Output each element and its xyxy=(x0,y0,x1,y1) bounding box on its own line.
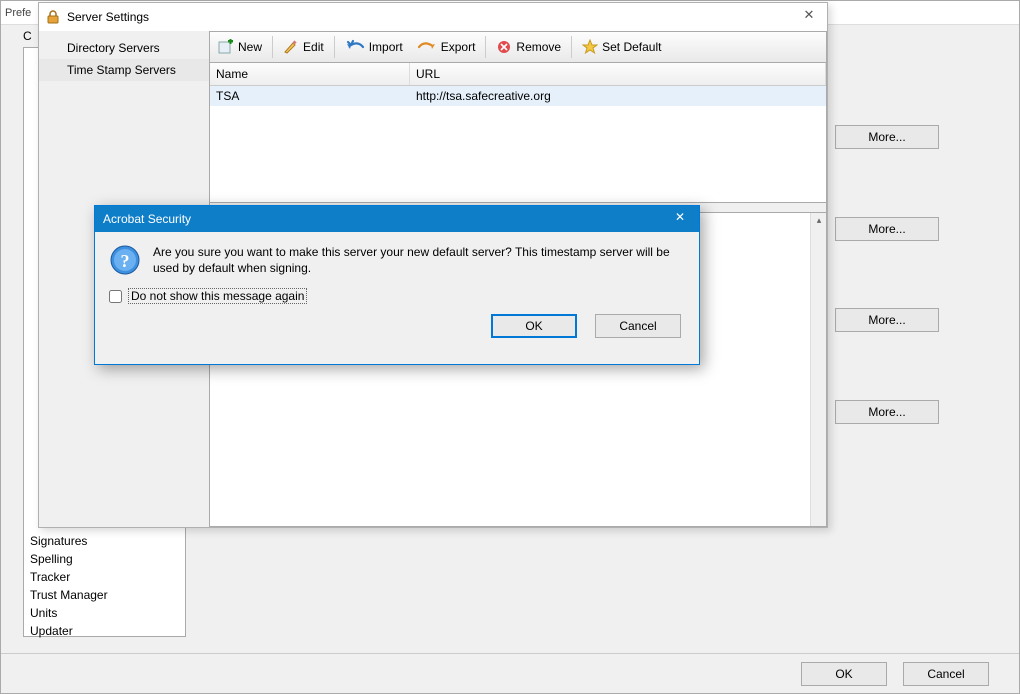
export-label: Export xyxy=(441,40,476,54)
server-table: Name URL TSA http://tsa.safecreative.org xyxy=(209,63,827,203)
question-icon: ? xyxy=(109,244,141,276)
more-button[interactable]: More... xyxy=(835,308,939,332)
th-url[interactable]: URL xyxy=(410,63,826,85)
new-label: New xyxy=(238,40,262,54)
modal-title: Acrobat Security xyxy=(103,212,191,226)
acrobat-security-dialog: Acrobat Security ✕ ? Are you sure you wa… xyxy=(94,205,700,365)
close-icon[interactable]: ✕ xyxy=(669,210,691,228)
cell-url: http://tsa.safecreative.org xyxy=(410,86,826,106)
nav-time-stamp-servers[interactable]: Time Stamp Servers xyxy=(39,59,209,81)
modal-ok-button[interactable]: OK xyxy=(491,314,577,338)
edit-label: Edit xyxy=(303,40,324,54)
new-button[interactable]: New xyxy=(212,34,268,60)
edit-button[interactable]: Edit xyxy=(277,34,330,60)
scrollbar[interactable]: ▴ xyxy=(810,213,826,526)
prefs-ok-button[interactable]: OK xyxy=(801,662,887,686)
svg-text:?: ? xyxy=(121,251,130,271)
import-arrow-icon xyxy=(345,39,365,55)
th-name[interactable]: Name xyxy=(210,63,410,85)
preferences-footer: OK Cancel xyxy=(1,653,1019,693)
sidebar-item[interactable]: Units xyxy=(24,604,185,622)
import-label: Import xyxy=(369,40,403,54)
pencil-icon xyxy=(283,39,299,55)
import-button[interactable]: Import xyxy=(339,34,409,60)
remove-icon xyxy=(496,39,512,55)
dont-show-checkbox[interactable] xyxy=(109,290,122,303)
plus-icon xyxy=(218,39,234,55)
modal-cancel-button[interactable]: Cancel xyxy=(595,314,681,338)
set-default-button[interactable]: Set Default xyxy=(576,34,667,60)
modal-message: Are you sure you want to make this serve… xyxy=(153,244,685,276)
more-button[interactable]: More... xyxy=(835,125,939,149)
sidebar-item[interactable]: Updater xyxy=(24,622,185,640)
scroll-up-icon[interactable]: ▴ xyxy=(811,213,827,229)
server-toolbar: New Edit Import Export xyxy=(209,31,827,63)
export-button[interactable]: Export xyxy=(411,34,482,60)
more-button[interactable]: More... xyxy=(835,400,939,424)
server-settings-title: Server Settings xyxy=(67,10,149,24)
table-row[interactable]: TSA http://tsa.safecreative.org xyxy=(210,86,826,106)
close-icon[interactable]: ✕ xyxy=(797,7,821,27)
categories-label: C xyxy=(23,29,32,43)
sidebar-item[interactable]: Tracker xyxy=(24,568,185,586)
star-icon xyxy=(582,39,598,55)
prefs-cancel-button[interactable]: Cancel xyxy=(903,662,989,686)
export-arrow-icon xyxy=(417,39,437,55)
lock-icon xyxy=(45,9,61,25)
remove-button[interactable]: Remove xyxy=(490,34,567,60)
nav-directory-servers[interactable]: Directory Servers xyxy=(39,37,209,59)
sidebar-item[interactable]: Signatures xyxy=(24,532,185,550)
cell-name: TSA xyxy=(210,86,410,106)
server-settings-titlebar[interactable]: Server Settings ✕ xyxy=(39,3,827,31)
set-default-label: Set Default xyxy=(602,40,661,54)
dont-show-label[interactable]: Do not show this message again xyxy=(128,288,307,304)
sidebar-item[interactable]: Trust Manager xyxy=(24,586,185,604)
sidebar-item[interactable]: Spelling xyxy=(24,550,185,568)
remove-label: Remove xyxy=(516,40,561,54)
more-button[interactable]: More... xyxy=(835,217,939,241)
modal-titlebar[interactable]: Acrobat Security ✕ xyxy=(95,206,699,232)
table-header: Name URL xyxy=(210,63,826,86)
preferences-title: Prefe xyxy=(5,7,31,19)
